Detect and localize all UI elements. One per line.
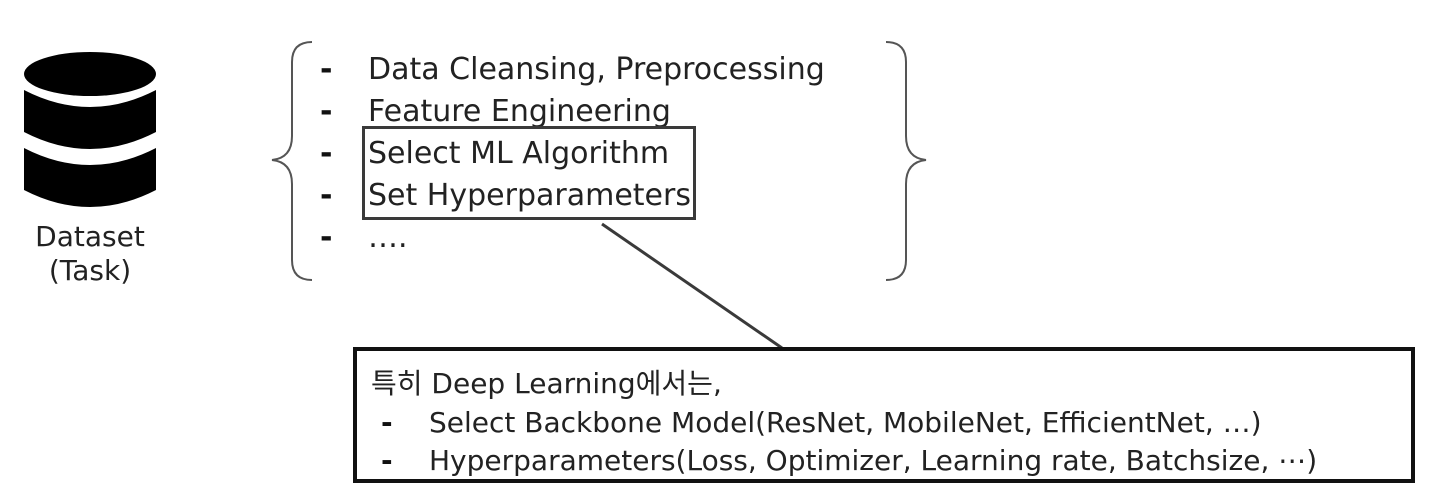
callout-list: - Select Backbone Model(ResNet, MobileNe… [371,403,1411,479]
step-text: Feature Engineering [368,93,671,129]
bullet-dash: - [320,93,333,129]
step-text: Data Cleansing, Preprocessing [368,51,825,87]
callout-box: 특히 Deep Learning에서는, - Select Backbone M… [353,347,1415,483]
bullet-dash: - [320,219,333,255]
right-brace [885,41,927,281]
bullet-dash: - [320,177,333,213]
list-item: - Hyperparameters(Loss, Optimizer, Learn… [371,441,1411,479]
left-brace [271,41,313,281]
bullet-dash: - [381,443,393,477]
bullet-dash: - [381,405,393,439]
callout-title: 특히 Deep Learning에서는, [371,367,722,400]
step-text: …. [368,219,408,255]
list-item: - Select Backbone Model(ResNet, MobileNe… [371,403,1411,441]
callout-item-text: Select Backbone Model(ResNet, MobileNet,… [429,405,1262,439]
bullet-dash: - [320,135,333,171]
list-item: - Data Cleansing, Preprocessing [320,48,825,90]
highlight-box [362,126,696,220]
list-item: - …. [320,216,825,258]
callout-item-text: Hyperparameters(Loss, Optimizer, Learnin… [429,443,1318,477]
bullet-dash: - [320,51,333,87]
